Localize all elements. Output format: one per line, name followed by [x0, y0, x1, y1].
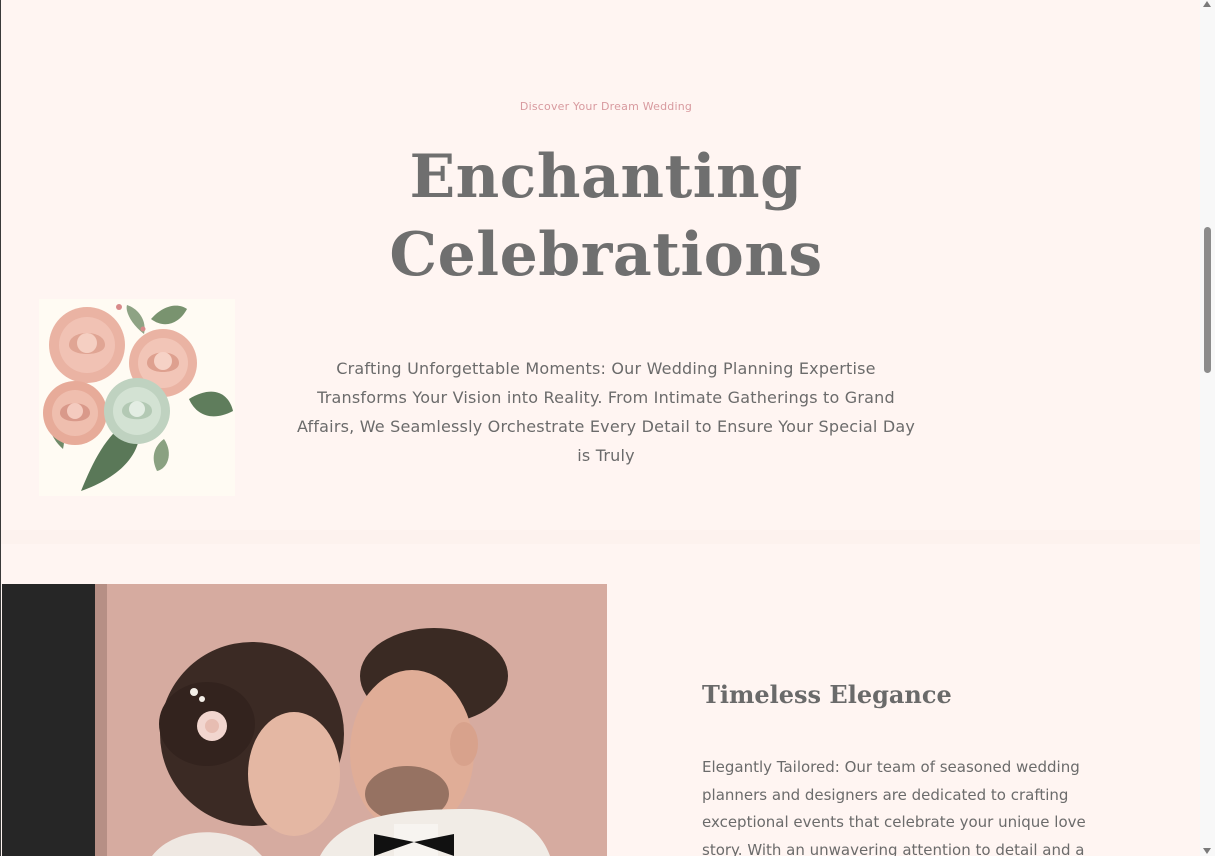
hero-title: Enchanting Celebrations [1, 138, 1200, 294]
vertical-scrollbar[interactable] [1200, 0, 1215, 856]
couple-photo [2, 584, 607, 856]
scrollbar-thumb[interactable] [1204, 227, 1211, 373]
rose-bouquet-graphic [39, 299, 235, 496]
hero-title-line2: Celebrations [389, 220, 823, 290]
scroll-down-arrow-icon[interactable] [1203, 848, 1211, 854]
page: Discover Your Dream Wedding Enchanting C… [0, 0, 1200, 856]
hero-description: Crafting Unforgettable Moments: Our Wedd… [296, 359, 916, 465]
hero-eyebrow: Discover Your Dream Wedding [519, 100, 693, 113]
couple-photo-graphic [2, 584, 607, 856]
section-divider [1, 530, 1200, 544]
scroll-up-arrow-icon[interactable] [1203, 1, 1211, 7]
feature-text: Elegantly Tailored: Our team of seasoned… [702, 758, 1086, 856]
rose-bouquet-image [39, 299, 235, 496]
feature-title: Timeless Elegance [702, 680, 952, 709]
hero-title-line1: Enchanting [409, 142, 803, 212]
hero-section: Discover Your Dream Wedding Enchanting C… [1, 0, 1200, 530]
